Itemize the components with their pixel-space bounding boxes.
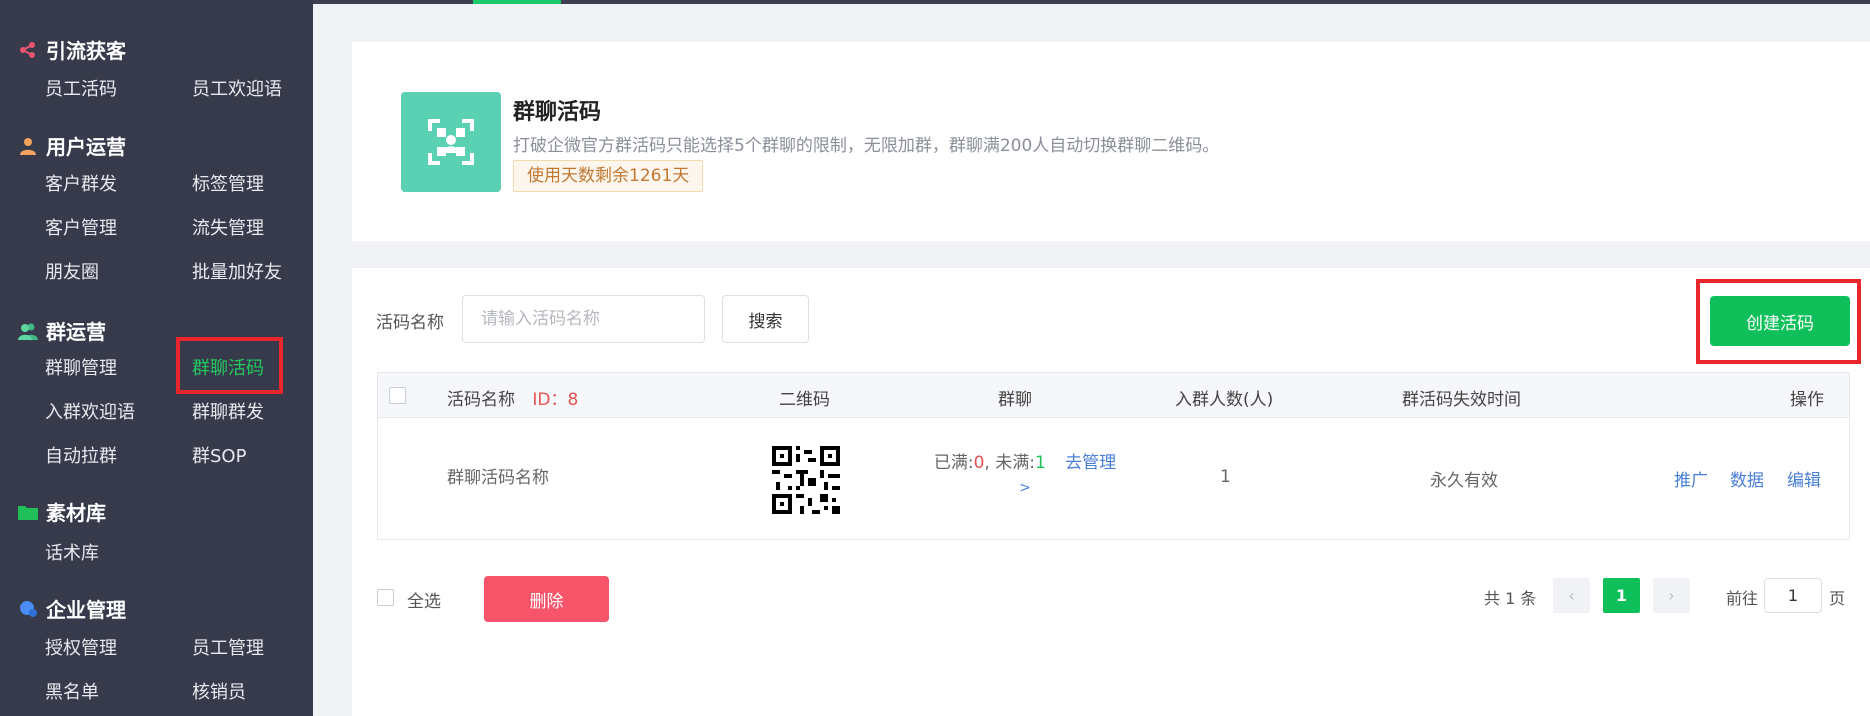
section-title-label: 引流获客 <box>46 39 126 63</box>
section-title-label: 用户运营 <box>46 135 126 159</box>
search-button[interactable]: 搜索 <box>722 295 809 343</box>
full-label: 已满: <box>933 453 974 473</box>
page-title: 群聊活码 <box>513 100 602 125</box>
chat-bubble-icon <box>18 599 38 619</box>
column-header-group: 群聊 <box>998 390 1032 410</box>
table-header: 活码名称 ID：8 二维码 群聊 入群人数(人) 群活码失效时间 操作 <box>378 373 1849 418</box>
sidebar-item-customer-broadcast[interactable]: 客户群发 <box>45 170 117 196</box>
section-enterprise-management: 企业管理 <box>18 594 126 623</box>
user-icon <box>18 136 38 156</box>
select-all-label[interactable]: 全选 <box>407 587 441 612</box>
section-lead-generation: 引流获客 <box>18 35 126 64</box>
not-full-count: 1 <box>1034 453 1046 473</box>
sidebar-item-auto-invite[interactable]: 自动拉群 <box>45 442 117 468</box>
page-button-current[interactable]: 1 <box>1603 578 1640 613</box>
delete-button[interactable]: 删除 <box>484 576 609 622</box>
qr-code-icon[interactable] <box>772 446 840 519</box>
section-group-operations: 群运营 <box>18 316 106 345</box>
goto-label: 前往 <box>1726 589 1759 608</box>
row-member-count: 1 <box>1220 467 1231 487</box>
not-full-label: , 未满: <box>984 453 1035 473</box>
section-user-operations: 用户运营 <box>18 131 126 160</box>
column-header-name-label: 活码名称 <box>447 390 515 410</box>
section-title-label: 群运营 <box>46 320 106 344</box>
goto-page-input[interactable] <box>1764 578 1822 613</box>
select-all-checkbox[interactable] <box>377 589 394 606</box>
sidebar-item-verifier[interactable]: 核销员 <box>192 678 246 704</box>
sidebar-item-group-management[interactable]: 群聊管理 <box>45 354 117 380</box>
remaining-days-badge: 使用天数剩余1261天 <box>513 160 704 192</box>
create-live-code-button[interactable]: 创建活码 <box>1710 296 1850 346</box>
section-title-label: 企业管理 <box>46 598 126 622</box>
prev-page-button[interactable]: ‹ <box>1553 578 1590 613</box>
sidebar-item-staff-management[interactable]: 员工管理 <box>192 634 264 660</box>
page-description: 打破企微官方群活码只能选择5个群聊的限制，无限加群，群聊满200人自动切换群聊二… <box>513 136 1220 156</box>
row-code-name: 群聊活码名称 <box>447 468 549 488</box>
group-users-icon <box>18 321 38 341</box>
sidebar-item-authorization[interactable]: 授权管理 <box>45 634 117 660</box>
manage-group-link[interactable]: 去管理 <box>1065 453 1116 473</box>
header-checkbox[interactable] <box>389 387 406 404</box>
column-header-expiry: 群活码失效时间 <box>1402 390 1521 410</box>
column-header-actions: 操作 <box>1790 390 1824 410</box>
total-count: 共 1 条 <box>1484 589 1537 608</box>
active-item-highlight <box>176 337 283 394</box>
column-header-name: 活码名称 ID：8 <box>447 385 578 410</box>
filter-label: 活码名称 <box>376 313 444 333</box>
sidebar-item-group-broadcast[interactable]: 群聊群发 <box>192 398 264 424</box>
sidebar-item-group-sop[interactable]: 群SOP <box>192 442 246 468</box>
live-code-table: 活码名称 ID：8 二维码 群聊 入群人数(人) 群活码失效时间 操作 群聊活码… <box>377 372 1850 540</box>
sidebar-item-staff-welcome[interactable]: 员工欢迎语 <box>192 75 282 101</box>
sidebar-item-bulk-add-friends[interactable]: 批量加好友 <box>192 258 282 284</box>
data-link[interactable]: 数据 <box>1730 466 1764 491</box>
row-group-status: 已满:0, 未满:1 去管理 > <box>930 451 1120 500</box>
chevron-right-icon[interactable]: > <box>1019 480 1031 496</box>
search-input[interactable] <box>462 295 705 343</box>
promote-link[interactable]: 推广 <box>1674 466 1708 491</box>
sidebar-item-tag-management[interactable]: 标签管理 <box>192 170 264 196</box>
sidebar-item-staff-code[interactable]: 员工活码 <box>45 75 117 101</box>
section-title-label: 素材库 <box>46 501 106 525</box>
chevron-left-icon: ‹ <box>1568 586 1575 605</box>
sidebar-item-group-welcome[interactable]: 入群欢迎语 <box>45 398 135 424</box>
sidebar-item-churn-management[interactable]: 流失管理 <box>192 214 264 240</box>
row-expiry: 永久有效 <box>1430 471 1498 491</box>
section-material-library: 素材库 <box>18 497 106 526</box>
chevron-right-icon: › <box>1668 586 1675 605</box>
sidebar-item-customer-management[interactable]: 客户管理 <box>45 214 117 240</box>
qr-scan-icon <box>401 92 501 192</box>
top-bar-active-indicator <box>473 0 561 4</box>
next-page-button[interactable]: › <box>1653 578 1690 613</box>
sidebar-item-blacklist[interactable]: 黑名单 <box>45 678 99 704</box>
folder-icon <box>18 502 38 522</box>
full-count: 0 <box>973 453 985 473</box>
column-header-qrcode: 二维码 <box>779 390 830 410</box>
column-header-members: 入群人数(人) <box>1175 390 1274 410</box>
share-nodes-icon <box>18 40 38 60</box>
edit-link[interactable]: 编辑 <box>1787 466 1821 491</box>
page-suffix: 页 <box>1829 589 1846 608</box>
sidebar-item-script-library[interactable]: 话术库 <box>45 539 99 565</box>
id-label: ID：8 <box>532 390 579 410</box>
sidebar-item-moments[interactable]: 朋友圈 <box>45 258 99 284</box>
